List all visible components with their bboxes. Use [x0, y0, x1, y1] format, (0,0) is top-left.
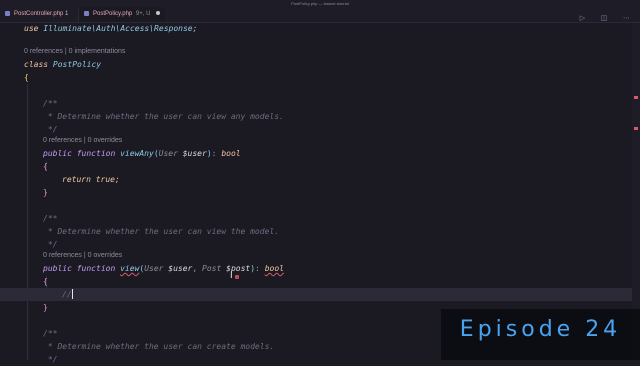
code-token: Post — [202, 264, 222, 273]
code-line: return true; — [62, 173, 640, 186]
code-token: * Determine whether the user can create … — [47, 342, 275, 351]
code-token: public — [43, 149, 72, 158]
codelens[interactable]: 0 references | 0 implementations — [24, 46, 125, 58]
error-marker — [634, 127, 638, 130]
code-token: return — [62, 175, 91, 184]
codelens[interactable]: 0 references | 0 overrides — [43, 135, 122, 147]
code-token: { — [43, 277, 48, 286]
editor-toolbar: ▷ ◫ ⋯ — [574, 7, 630, 22]
code-line: { — [43, 160, 640, 173]
code-line: * Determine whether the user can view an… — [43, 110, 640, 123]
code-line: use Illuminate\Auth\Access\Response; — [24, 22, 640, 35]
code-line: /** — [43, 212, 640, 225]
tab-label: PostPolicy.php — [93, 11, 133, 17]
code-token: bool — [221, 149, 241, 158]
episode-label: Episode 24 — [459, 317, 622, 342]
text-caret — [71, 289, 73, 299]
code-token: true; — [95, 175, 120, 184]
code-token: { — [43, 162, 48, 171]
code-token: PostPolicy — [52, 60, 102, 69]
code-token: use — [24, 24, 39, 33]
code-token: * Determine whether the user can view an… — [47, 112, 284, 121]
split-editor-icon[interactable]: ◫ — [601, 14, 608, 22]
code-token: $user — [182, 149, 207, 158]
code-token: : — [255, 264, 260, 273]
tab-label: PostController.php — [14, 11, 64, 17]
php-file-icon — [5, 10, 10, 16]
tab-git-status: 9+, U — [135, 11, 151, 17]
code-line: /** — [43, 97, 640, 110]
code-token: function — [76, 149, 116, 158]
code-line: * Determine whether the user can view th… — [43, 225, 640, 238]
php-file-icon — [84, 10, 89, 16]
more-icon[interactable]: ⋯ — [623, 14, 630, 22]
editor-tab-bar: PostController.php 1 PostPolicy.php 9+, … — [0, 7, 640, 23]
code-token: { — [24, 73, 29, 82]
tab-postpolicy[interactable]: PostPolicy.php 9+, U — [79, 7, 165, 22]
code-line: { — [43, 275, 640, 288]
code-token: /** — [43, 214, 58, 223]
code-token: */ — [47, 240, 58, 249]
code-token: $user — [168, 264, 193, 273]
code-token: view — [120, 264, 140, 273]
code-token: /** — [43, 99, 58, 108]
code-token: } — [43, 188, 48, 197]
code-line: } — [43, 186, 640, 199]
code-token: * Determine whether the user can view th… — [47, 227, 280, 236]
code-token: bool — [264, 264, 284, 273]
code-line: */ — [43, 123, 640, 136]
code-token: */ — [47, 125, 58, 134]
code-token: , — [192, 264, 198, 273]
cursor-badge-icon — [235, 275, 239, 279]
tab-problem-count: 1 — [65, 11, 69, 17]
tab-postcontroller[interactable]: PostController.php 1 — [0, 7, 79, 22]
current-line: // — [0, 288, 632, 301]
code-line: public function view(User $user, Post $p… — [43, 262, 640, 275]
code-token: class — [24, 60, 49, 69]
codelens[interactable]: 0 references | 0 overrides — [43, 250, 122, 262]
code-line: class PostPolicy — [24, 58, 640, 71]
code-token: public — [43, 264, 72, 273]
episode-overlay: Episode 24 — [441, 309, 640, 360]
window-title: PostPolicy.php — laravel-tutorial — [291, 1, 349, 6]
indent-guide — [27, 84, 28, 360]
code-token: User — [158, 149, 178, 158]
error-marker — [634, 96, 638, 99]
code-line: */ — [43, 238, 640, 251]
code-line: public function viewAny(User $user): boo… — [43, 147, 640, 160]
code-token: // — [62, 290, 72, 299]
unsaved-dot-icon[interactable] — [156, 10, 161, 15]
code-token: function — [76, 264, 116, 273]
code-token: : — [211, 149, 217, 158]
code-token: /** — [43, 329, 58, 338]
code-token: User — [144, 264, 164, 273]
code-token: viewAny — [120, 149, 154, 158]
code-line: { — [24, 71, 640, 84]
window-titlebar: PostPolicy.php — laravel-tutorial — [0, 0, 640, 7]
code-token: Illuminate\Auth\Access\Response; — [43, 24, 198, 33]
mouse-ibeam-icon: I — [230, 271, 233, 281]
code-token: } — [43, 303, 48, 312]
play-icon[interactable]: ▷ — [580, 14, 585, 22]
